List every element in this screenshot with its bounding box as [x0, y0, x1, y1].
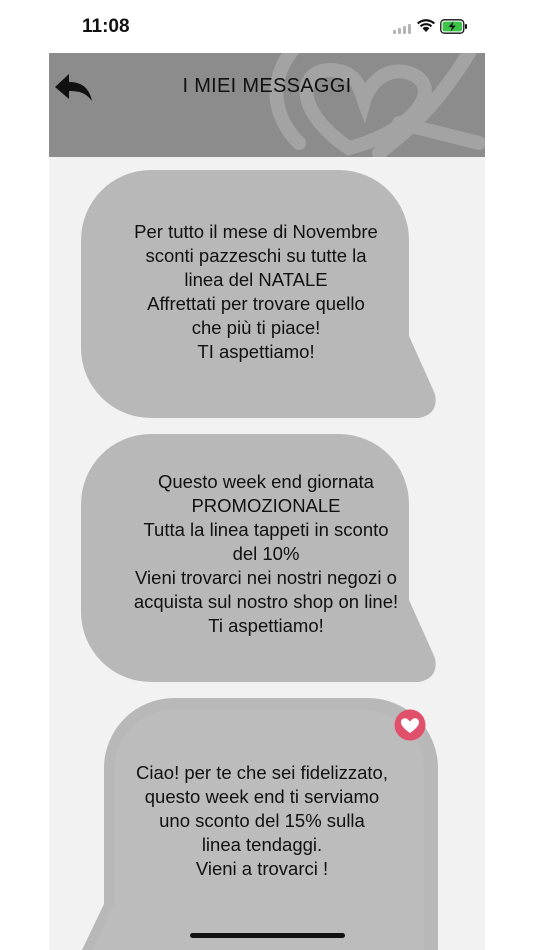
- page-title: I MIEI MESSAGGI: [182, 75, 352, 97]
- favorite-heart-icon[interactable]: [394, 709, 426, 741]
- message-text: Per tutto il mese di Novembre sconti paz…: [134, 221, 378, 362]
- header: I MIEI MESSAGGI: [49, 53, 485, 157]
- message-bubble[interactable]: Questo week end giornata PROMOZIONALE Tu…: [81, 434, 439, 686]
- cellular-signal-icon: [393, 24, 411, 34]
- home-indicator: [190, 933, 345, 938]
- message-text: Questo week end giornata PROMOZIONALE Tu…: [133, 471, 399, 636]
- status-bar: 11:08: [0, 0, 534, 52]
- status-time: 11:08: [82, 16, 130, 37]
- message-bubble[interactable]: Per tutto il mese di Novembre sconti paz…: [81, 170, 439, 422]
- message-text: Ciao! per te che sei fidelizzato, questo…: [136, 762, 388, 879]
- wifi-icon: [417, 19, 435, 32]
- app-frame: I MIEI MESSAGGI Per tutto il mese di Nov…: [49, 53, 485, 950]
- message-bubble[interactable]: Ciao! per te che sei fidelizzato, questo…: [82, 698, 438, 950]
- battery-charging-icon: [440, 19, 467, 34]
- heart-watermark-icon: [269, 53, 485, 157]
